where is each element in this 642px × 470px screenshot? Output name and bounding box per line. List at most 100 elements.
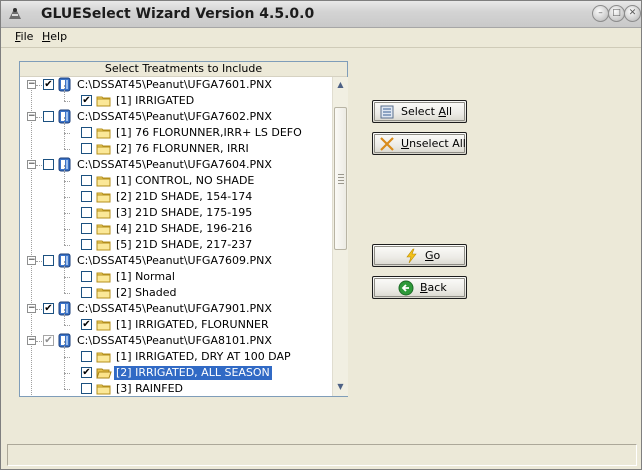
tree-treatment-node[interactable]: [5] 21D SHADE, 217-237	[20, 229, 332, 253]
file-path-label: C:\DSSAT45\Peanut\UFGA7901.PNX	[77, 302, 272, 315]
treatment-label: [3] 21D SHADE, 175-195	[116, 206, 253, 219]
back-button[interactable]: Back	[372, 276, 467, 299]
scroll-up-button[interactable]: ▲	[334, 78, 347, 92]
file-path-label: C:\DSSAT45\Peanut\UFGA7601.PNX	[77, 78, 272, 91]
tree-treatment-node[interactable]: [4] 21D SHADE, 196-216	[20, 213, 332, 237]
treatment-checkbox[interactable]	[81, 351, 92, 362]
tree-treatment-node[interactable]: [1] CONTROL, NO SHADE	[20, 165, 332, 189]
folder-icon	[96, 352, 111, 363]
treatment-checkbox[interactable]	[81, 143, 92, 154]
file-path-label: C:\DSSAT45\Peanut\UFGA7609.PNX	[77, 254, 272, 267]
collapse-toggle-icon[interactable]: −	[27, 160, 36, 169]
folder-icon	[96, 240, 111, 251]
minimize-button[interactable]: –	[592, 5, 609, 22]
title-bar[interactable]: GLUESelect Wizard Version 4.5.0.0 – □ ✕	[1, 1, 641, 28]
minimize-icon: –	[598, 8, 603, 18]
select-all-button[interactable]: Select All	[372, 100, 467, 123]
treatment-checkbox[interactable]	[81, 239, 92, 250]
folder-icon	[96, 320, 111, 331]
tree-treatment-node[interactable]: [1] Normal	[20, 261, 332, 285]
treatment-checkbox[interactable]	[81, 175, 92, 186]
file-checkbox[interactable]	[43, 159, 54, 170]
selected-treatment-label: [2] IRRIGATED, ALL SEASON	[113, 365, 273, 381]
panel-header: Select Treatments to Include	[20, 62, 347, 77]
database-icon	[58, 333, 71, 348]
folder-icon	[96, 144, 111, 155]
scroll-up-icon: ▲	[337, 80, 344, 89]
folder-icon	[96, 288, 111, 299]
back-label: Back	[420, 281, 447, 294]
treatment-label: [2] 21D SHADE, 154-174	[116, 190, 253, 203]
open-folder-icon	[96, 368, 112, 379]
collapse-toggle-icon[interactable]: −	[27, 256, 36, 265]
cross-icon	[380, 137, 394, 151]
unselect-all-label: Unselect All	[401, 137, 466, 150]
maximize-button[interactable]: □	[608, 5, 625, 22]
treatment-tree[interactable]: − ✔ C:\DSSAT45\Peanut\UFGA7601.PNX ✔ [1] IRR…	[20, 77, 332, 396]
lightning-icon	[406, 248, 417, 264]
back-arrow-icon	[398, 280, 414, 296]
file-checkbox[interactable]	[43, 255, 54, 266]
menu-file-label: ile	[20, 30, 34, 43]
go-label: Go	[425, 249, 441, 262]
treatment-checkbox[interactable]	[81, 207, 92, 218]
tree-file-node[interactable]: − ✔ C:\DSSAT45\Peanut\UFGA8101.PNX	[20, 333, 332, 349]
collapse-toggle-icon[interactable]: −	[27, 304, 36, 313]
tree-file-node[interactable]: − C:\DSSAT45\Peanut\UFGA7602.PNX	[20, 109, 332, 125]
file-checkbox[interactable]	[43, 111, 54, 122]
app-window: GLUESelect Wizard Version 4.5.0.0 – □ ✕ …	[0, 0, 642, 470]
treatment-label: [5] 21D SHADE, 217-237	[116, 238, 253, 251]
file-path-label: C:\DSSAT45\Peanut\UFGA7604.PNX	[77, 158, 272, 171]
tree-treatment-node[interactable]: [1] 76 FLORUNNER,IRR+ LS DEFO	[20, 117, 332, 141]
tree-file-node[interactable]: − ✔ C:\DSSAT45\Peanut\UFGA7601.PNX	[20, 77, 332, 93]
scroll-down-button[interactable]: ▼	[334, 380, 347, 394]
tree-file-node[interactable]: − ✔ C:\DSSAT45\Peanut\UFGA7901.PNX	[20, 301, 332, 317]
treatment-checkbox[interactable]	[81, 223, 92, 234]
treatment-label: [1] 76 FLORUNNER,IRR+ LS DEFO	[116, 126, 302, 139]
file-checkbox[interactable]: ✔	[43, 335, 54, 346]
tree-treatment-node[interactable]: [1] IRRIGATED, DRY AT 100 DAP	[20, 341, 332, 365]
status-bar	[7, 444, 637, 466]
tree-treatment-node[interactable]: [2] 21D SHADE, 154-174	[20, 181, 332, 205]
tree-treatment-node[interactable]: ✔ [1] IRRIGATED	[20, 85, 332, 109]
close-icon: ✕	[628, 8, 637, 18]
folder-icon	[96, 192, 111, 203]
treatment-checkbox[interactable]	[81, 383, 92, 394]
collapse-toggle-icon[interactable]: −	[27, 80, 36, 89]
tree-treatment-node[interactable]: [3] RAINFED	[20, 373, 332, 396]
tree-treatment-node[interactable]: ✔ [1] IRRIGATED, FLORUNNER	[20, 309, 332, 333]
scroll-thumb[interactable]	[334, 107, 347, 250]
tree-file-node[interactable]: − C:\DSSAT45\Peanut\UFGA7609.PNX	[20, 253, 332, 269]
menu-bar: File Help	[1, 27, 641, 48]
close-button[interactable]: ✕	[624, 5, 641, 22]
database-icon	[58, 301, 71, 316]
tree-treatment-node[interactable]: [2] Shaded	[20, 277, 332, 301]
unselect-all-button[interactable]: Unselect All	[372, 132, 467, 155]
treatment-checkbox[interactable]: ✔	[81, 319, 92, 330]
tree-file-node[interactable]: − C:\DSSAT45\Peanut\UFGA7604.PNX	[20, 157, 332, 173]
tree-treatment-node[interactable]: [2] 76 FLORUNNER, IRRI	[20, 133, 332, 157]
database-icon	[58, 253, 71, 268]
treatment-checkbox[interactable]	[81, 191, 92, 202]
file-checkbox[interactable]: ✔	[43, 303, 54, 314]
treatment-checkbox[interactable]	[81, 271, 92, 282]
menu-file[interactable]: File	[15, 30, 33, 43]
menu-help[interactable]: Help	[42, 30, 67, 43]
go-button[interactable]: Go	[372, 244, 467, 267]
treatment-label: [1] CONTROL, NO SHADE	[116, 174, 255, 187]
collapse-toggle-icon[interactable]: −	[27, 336, 36, 345]
collapse-toggle-icon[interactable]: −	[27, 112, 36, 121]
menu-help-label: elp	[50, 30, 68, 43]
file-checkbox[interactable]: ✔	[43, 79, 54, 90]
treatment-checkbox[interactable]	[81, 127, 92, 138]
treatment-checkbox[interactable]	[81, 287, 92, 298]
treatment-label: [1] IRRIGATED, DRY AT 100 DAP	[116, 350, 291, 363]
treatment-checkbox[interactable]: ✔	[81, 95, 92, 106]
treatment-checkbox[interactable]: ✔	[81, 367, 92, 378]
tree-treatment-node[interactable]: ✔ [2] IRRIGATED, ALL SEASON	[20, 357, 332, 381]
select-all-label: Select All	[401, 105, 453, 118]
tree-scrollbar[interactable]: ▲ ▼	[332, 77, 348, 396]
folder-icon	[96, 272, 111, 283]
database-icon	[58, 109, 71, 124]
tree-treatment-node[interactable]: [3] 21D SHADE, 175-195	[20, 197, 332, 221]
